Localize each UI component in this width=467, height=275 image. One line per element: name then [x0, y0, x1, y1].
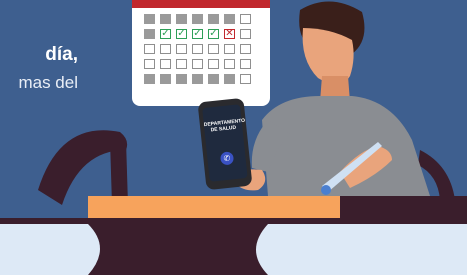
calendar-cell-empty — [240, 44, 251, 54]
calendar-cell-gray — [160, 14, 171, 24]
calendar: ✓ ✓ ✓ ✓ ✕ — [132, 0, 270, 106]
left-pill — [0, 224, 100, 275]
calendar-cell-empty — [176, 44, 187, 54]
checkmark-icon: ✓ — [193, 28, 202, 39]
phone-label: DEPARTAMENTO DE SALUD — [203, 117, 246, 134]
left-chair-post — [110, 140, 128, 205]
right-pill — [256, 224, 467, 275]
calendar-cell-empty — [144, 59, 155, 69]
calendar-cell-gray — [176, 14, 187, 24]
x-icon: ✕ — [225, 28, 234, 39]
calendar-cell-gray — [176, 74, 187, 84]
checkmark-icon: ✓ — [177, 28, 186, 39]
phone-icon: ✆ — [223, 153, 231, 164]
calendar-cell-gray — [192, 74, 203, 84]
calendar-cell-empty — [192, 59, 203, 69]
calendar-cell-empty — [240, 29, 251, 39]
calendar-cell-empty — [224, 44, 235, 54]
illustration-scene: día, mas del ✓ ✓ ✓ ✓ ✕ DEPARTAMENTO DE S… — [0, 0, 467, 275]
calendar-cell-gray — [144, 14, 155, 24]
calendar-cell-empty — [144, 44, 155, 54]
calendar-cell-gray — [160, 74, 171, 84]
calendar-cell-empty — [240, 59, 251, 69]
checkmark-icon: ✓ — [161, 28, 170, 39]
calendar-cell-gray — [208, 14, 219, 24]
calendar-cell-empty — [160, 59, 171, 69]
calendar-cell-empty — [240, 14, 251, 24]
calendar-cell-empty — [192, 44, 203, 54]
calendar-cell-empty — [208, 59, 219, 69]
phone-screen: DEPARTAMENTO DE SALUD ✆ — [202, 104, 248, 182]
calendar-cell-gray — [192, 14, 203, 24]
calendar-cell-empty — [208, 44, 219, 54]
calendar-cell-gray — [144, 74, 155, 84]
phone: DEPARTAMENTO DE SALUD ✆ — [197, 97, 253, 191]
calendar-cell-empty — [224, 59, 235, 69]
thermometer-bulb — [321, 185, 331, 195]
calendar-cell-gray — [224, 14, 235, 24]
calendar-cell-check: ✓ — [160, 28, 171, 39]
calendar-cell-empty — [176, 59, 187, 69]
call-button: ✆ — [219, 151, 235, 166]
checkmark-icon: ✓ — [209, 28, 218, 39]
calendar-cell-check: ✓ — [192, 28, 203, 39]
calendar-cell-check: ✓ — [176, 28, 187, 39]
calendar-cell-check: ✓ — [208, 28, 219, 39]
calendar-cell-gray — [208, 74, 219, 84]
calendar-cell-gray — [224, 74, 235, 84]
calendar-cell-empty — [160, 44, 171, 54]
calendar-cell-gray — [144, 29, 155, 39]
calendar-cell-empty — [240, 74, 251, 84]
table-top — [88, 196, 340, 220]
calendar-header — [132, 0, 270, 8]
calendar-cell-x: ✕ — [224, 28, 235, 39]
table-edge-dark — [340, 196, 467, 220]
